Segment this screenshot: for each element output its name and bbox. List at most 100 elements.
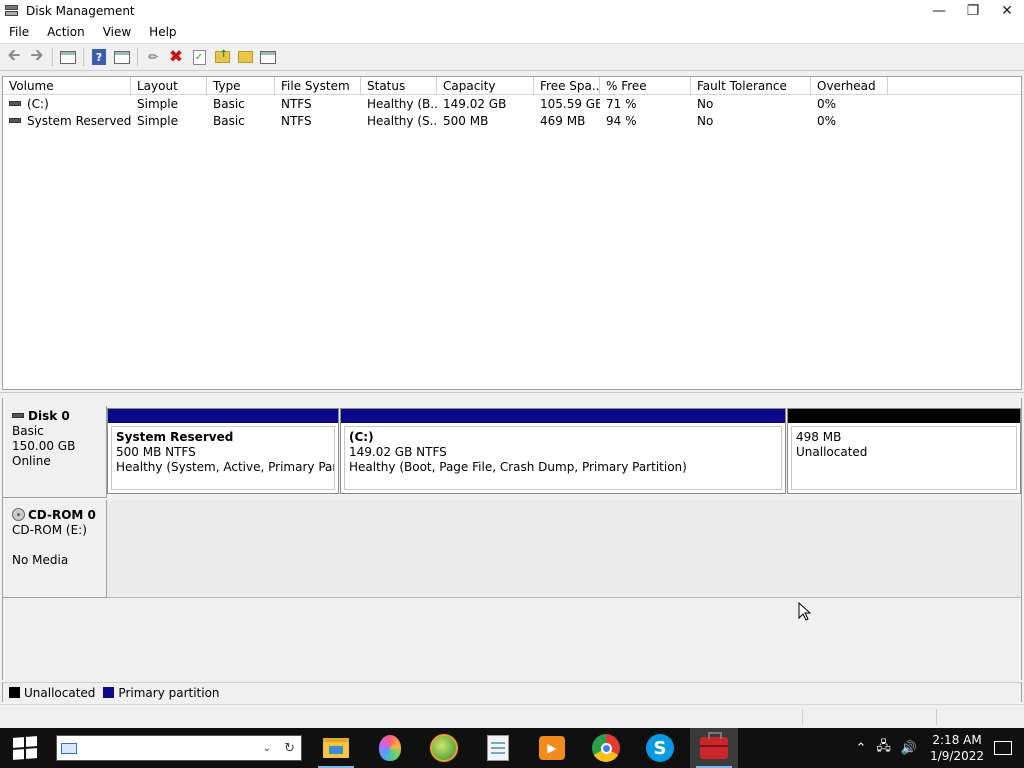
title-bar: Disk Management — ❐ ✕ bbox=[0, 0, 1024, 22]
show-hide-console-tree-button[interactable] bbox=[58, 47, 78, 67]
minimize-button[interactable]: — bbox=[922, 0, 956, 22]
partition-header-primary bbox=[341, 409, 785, 423]
properties-view-button[interactable] bbox=[112, 47, 132, 67]
partition-body: System Reserved 500 MB NTFS Healthy (Sys… bbox=[111, 426, 335, 490]
taskbar-search-input[interactable] bbox=[81, 737, 261, 759]
taskbar-skype[interactable]: S bbox=[636, 728, 684, 768]
folder-up-icon: ↑ bbox=[214, 49, 230, 63]
col-overhead[interactable]: Overhead bbox=[811, 77, 888, 95]
col-file-system[interactable]: File System bbox=[275, 77, 361, 95]
notification-icon[interactable] bbox=[994, 741, 1012, 755]
settings-list-button[interactable] bbox=[258, 47, 278, 67]
check-properties-button[interactable]: ✓ bbox=[189, 47, 209, 67]
chevron-up-icon[interactable]: ⌃ bbox=[856, 741, 867, 756]
refresh-icon[interactable]: ↻ bbox=[284, 741, 295, 756]
connect-disk-button[interactable]: ✏ bbox=[143, 47, 163, 67]
partition-unallocated[interactable]: 498 MB Unallocated bbox=[787, 408, 1021, 494]
volume-list[interactable]: Volume Layout Type File System Status Ca… bbox=[2, 76, 1022, 390]
cdrom-0-label[interactable]: CD-ROM 0 CD-ROM (E:) No Media bbox=[3, 500, 107, 598]
menu-bar: File Action View Help bbox=[0, 22, 1024, 43]
menu-view[interactable]: View bbox=[94, 22, 140, 43]
notepad-icon bbox=[487, 735, 509, 761]
cell-status: Healthy (S... bbox=[367, 114, 437, 128]
col-status[interactable]: Status bbox=[361, 77, 437, 95]
menu-help[interactable]: Help bbox=[140, 22, 185, 43]
col-capacity[interactable]: Capacity bbox=[437, 77, 534, 95]
col-layout[interactable]: Layout bbox=[131, 77, 207, 95]
skype-icon: S bbox=[646, 734, 674, 762]
partition-system-reserved[interactable]: System Reserved 500 MB NTFS Healthy (Sys… bbox=[107, 408, 339, 494]
cdrom-0-area[interactable] bbox=[107, 500, 1021, 598]
clock[interactable]: 2:18 AM 1/9/2022 bbox=[930, 732, 984, 764]
paint-3d-icon bbox=[379, 735, 401, 761]
partition-title: System Reserved bbox=[116, 430, 234, 444]
open-folder-button[interactable]: ↑ bbox=[212, 47, 232, 67]
cell-percent-free: 94 % bbox=[606, 114, 637, 128]
list-settings-icon bbox=[260, 50, 276, 64]
taskbar-media-player[interactable]: ▶ bbox=[528, 728, 576, 768]
cell-overhead: 0% bbox=[817, 97, 837, 111]
cdrom-0-name: CD-ROM 0 bbox=[12, 507, 106, 523]
col-fault-tolerance[interactable]: Fault Tolerance bbox=[691, 77, 811, 95]
chrome-icon bbox=[592, 734, 620, 762]
disk-0-size: 150.00 GB bbox=[12, 439, 76, 453]
taskbar-green-app[interactable] bbox=[420, 728, 468, 768]
toolbar-separator bbox=[83, 48, 84, 66]
col-type[interactable]: Type bbox=[207, 77, 275, 95]
menu-action[interactable]: Action bbox=[38, 22, 94, 43]
col-volume[interactable]: Volume bbox=[3, 77, 131, 95]
search-folder-button[interactable] bbox=[235, 47, 255, 67]
restore-button[interactable]: ❐ bbox=[956, 0, 990, 22]
status-bar bbox=[0, 704, 1024, 728]
network-icon[interactable]: 🖧 bbox=[876, 737, 891, 759]
back-arrow-icon[interactable]: 🡰 bbox=[4, 45, 24, 67]
partition-body: (C:) 149.02 GB NTFS Healthy (Boot, Page … bbox=[344, 426, 782, 490]
taskbar-computer-management[interactable] bbox=[690, 728, 738, 768]
partition-title: (C:) bbox=[349, 430, 374, 444]
system-tray: ⌃ 🖧 🔊 2:18 AM 1/9/2022 bbox=[851, 728, 1024, 768]
clock-date: 1/9/2022 bbox=[930, 749, 984, 763]
forward-arrow-icon[interactable]: 🡲 bbox=[27, 45, 47, 67]
taskbar-file-explorer[interactable] bbox=[312, 728, 360, 768]
cell-capacity: 500 MB bbox=[443, 114, 489, 128]
close-button[interactable]: ✕ bbox=[990, 0, 1024, 22]
cell-volume: System Reserved bbox=[3, 113, 131, 130]
partition-header-primary bbox=[108, 409, 338, 423]
col-percent-free[interactable]: % Free bbox=[600, 77, 691, 95]
status-bar-separator bbox=[802, 709, 803, 725]
taskbar-chrome[interactable] bbox=[582, 728, 630, 768]
disk-graphical-view: Disk 0 Basic 150.00 GB Online System Res… bbox=[2, 398, 1022, 680]
partition-status: Healthy (Boot, Page File, Crash Dump, Pr… bbox=[349, 460, 687, 474]
table-row[interactable]: (C:) Simple Basic NTFS Healthy (B... 149… bbox=[3, 96, 1021, 113]
col-free-space[interactable]: Free Spa... bbox=[534, 77, 600, 95]
disk-0-type: Basic bbox=[12, 424, 44, 438]
disk-icon bbox=[12, 412, 24, 418]
partition-status: Unallocated bbox=[796, 445, 868, 459]
taskbar-paint-3d[interactable] bbox=[366, 728, 414, 768]
chevron-down-icon[interactable]: ⌄ bbox=[263, 743, 271, 754]
partition-size: 500 MB NTFS bbox=[116, 445, 196, 459]
disk-0-label[interactable]: Disk 0 Basic 150.00 GB Online bbox=[3, 406, 107, 498]
media-player-icon: ▶ bbox=[539, 736, 565, 760]
toolbar: 🡰 🡲 ? ✏ ✖ ✓ ↑ bbox=[0, 43, 1024, 71]
taskbar-notepad[interactable] bbox=[474, 728, 522, 768]
toolbar-separator bbox=[52, 48, 53, 66]
partition-c-drive[interactable]: (C:) 149.02 GB NTFS Healthy (Boot, Page … bbox=[340, 408, 786, 494]
cd-rom-icon bbox=[12, 507, 25, 521]
cell-free-space: 469 MB bbox=[540, 114, 586, 128]
partition-size: 149.02 GB NTFS bbox=[349, 445, 447, 459]
volume-icon[interactable]: 🔊 bbox=[901, 741, 917, 756]
legend: Unallocated Primary partition bbox=[2, 682, 1022, 702]
table-row[interactable]: System Reserved Simple Basic NTFS Health… bbox=[3, 113, 1021, 130]
menu-file[interactable]: File bbox=[0, 22, 38, 43]
help-button[interactable]: ? bbox=[89, 47, 109, 67]
cell-file-system: NTFS bbox=[281, 97, 312, 111]
cell-percent-free: 71 % bbox=[606, 97, 637, 111]
start-button[interactable] bbox=[0, 728, 50, 768]
disk-management-app-icon bbox=[4, 4, 20, 18]
toolbar-separator bbox=[137, 48, 138, 66]
cdrom-0-drive: CD-ROM (E:) bbox=[12, 523, 87, 537]
taskbar-search-box[interactable]: ⌄ ↻ bbox=[56, 735, 302, 761]
partition-body: 498 MB Unallocated bbox=[791, 426, 1017, 490]
delete-icon[interactable]: ✖ bbox=[166, 47, 186, 67]
